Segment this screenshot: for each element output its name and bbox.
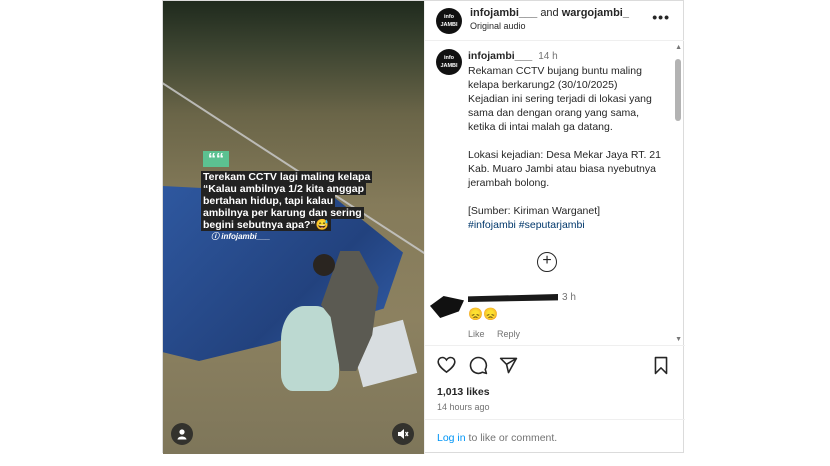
- comment-avatar[interactable]: [430, 296, 464, 318]
- video-watermark: ⓘ infojambi___: [211, 232, 271, 241]
- more-options-icon[interactable]: •••: [652, 9, 670, 25]
- video-caption: Terekam CCTV lagi maling kelapa “Kalau a…: [201, 171, 373, 231]
- share-icon[interactable]: [499, 356, 518, 380]
- caption-location: Lokasi kejadian: Desa Mekar Jaya RT. 21 …: [468, 149, 661, 189]
- post-header: info JAMBI infojambi___ and wargojambi_ …: [425, 1, 684, 41]
- login-prompt: Log in to like or comment.: [425, 419, 685, 456]
- post-timestamp: 14 hours ago: [437, 402, 490, 412]
- audio-link[interactable]: Original audio: [470, 21, 526, 31]
- caption-username[interactable]: infojambi___: [468, 50, 532, 62]
- caption-line: Kejadian ini sering terjadi di lokasi ya…: [468, 93, 652, 133]
- post-authors: infojambi___ and wargojambi_: [470, 7, 629, 19]
- mute-icon[interactable]: [392, 423, 414, 445]
- post-caption: infojambi___ 14 h Rekaman CCTV bujang bun…: [468, 49, 668, 232]
- scroll-up-icon[interactable]: ▲: [675, 44, 682, 51]
- bookmark-icon[interactable]: [653, 356, 669, 380]
- comments-scroll-area[interactable]: info JAMBI infojambi___ 14 h Rekaman CCTV…: [425, 41, 685, 346]
- add-icon[interactable]: +: [537, 252, 557, 272]
- caption-source: [Sumber: Kiriman Warganet]: [468, 205, 601, 217]
- comment-icon[interactable]: [469, 356, 488, 380]
- comment-like-button[interactable]: Like: [468, 329, 485, 339]
- like-count[interactable]: 1,013 likes: [437, 386, 490, 398]
- caption-time: 14 h: [538, 51, 558, 62]
- comment-reply-button[interactable]: Reply: [497, 329, 520, 339]
- post-side-panel: info JAMBI infojambi___ and wargojambi_ …: [424, 1, 685, 456]
- scroll-down-icon[interactable]: ▼: [675, 336, 682, 343]
- coauthor-link[interactable]: wargojambi_: [562, 7, 629, 19]
- post-dialog: ““ Terekam CCTV lagi maling kelapa “Kala…: [162, 0, 685, 456]
- user-tag-icon[interactable]: [171, 423, 193, 445]
- login-prompt-text: to like or comment.: [465, 432, 558, 444]
- caption-line: Rekaman CCTV bujang buntu maling kelapa …: [468, 65, 642, 91]
- video-sack: [281, 306, 339, 391]
- caption-hashtags[interactable]: #infojambi #seputarjambi: [468, 218, 668, 232]
- heart-icon[interactable]: [437, 356, 456, 379]
- video-person-head: [313, 254, 335, 276]
- login-link[interactable]: Log in: [437, 432, 466, 444]
- caption-avatar[interactable]: info JAMBI: [436, 49, 462, 75]
- action-bar: [437, 356, 673, 378]
- author-link[interactable]: infojambi___: [470, 7, 537, 19]
- author-joiner: and: [540, 7, 559, 19]
- comment-actions: Like Reply: [468, 329, 530, 339]
- avatar[interactable]: info JAMBI: [436, 8, 462, 34]
- scrollbar-thumb[interactable]: [675, 59, 681, 121]
- video-media[interactable]: ““ Terekam CCTV lagi maling kelapa “Kala…: [163, 1, 424, 454]
- comment-time: 3 h: [562, 292, 576, 303]
- comment-username-redacted: [468, 294, 558, 302]
- comment-text: 😞😞: [468, 307, 498, 321]
- quote-icon: ““: [203, 151, 229, 168]
